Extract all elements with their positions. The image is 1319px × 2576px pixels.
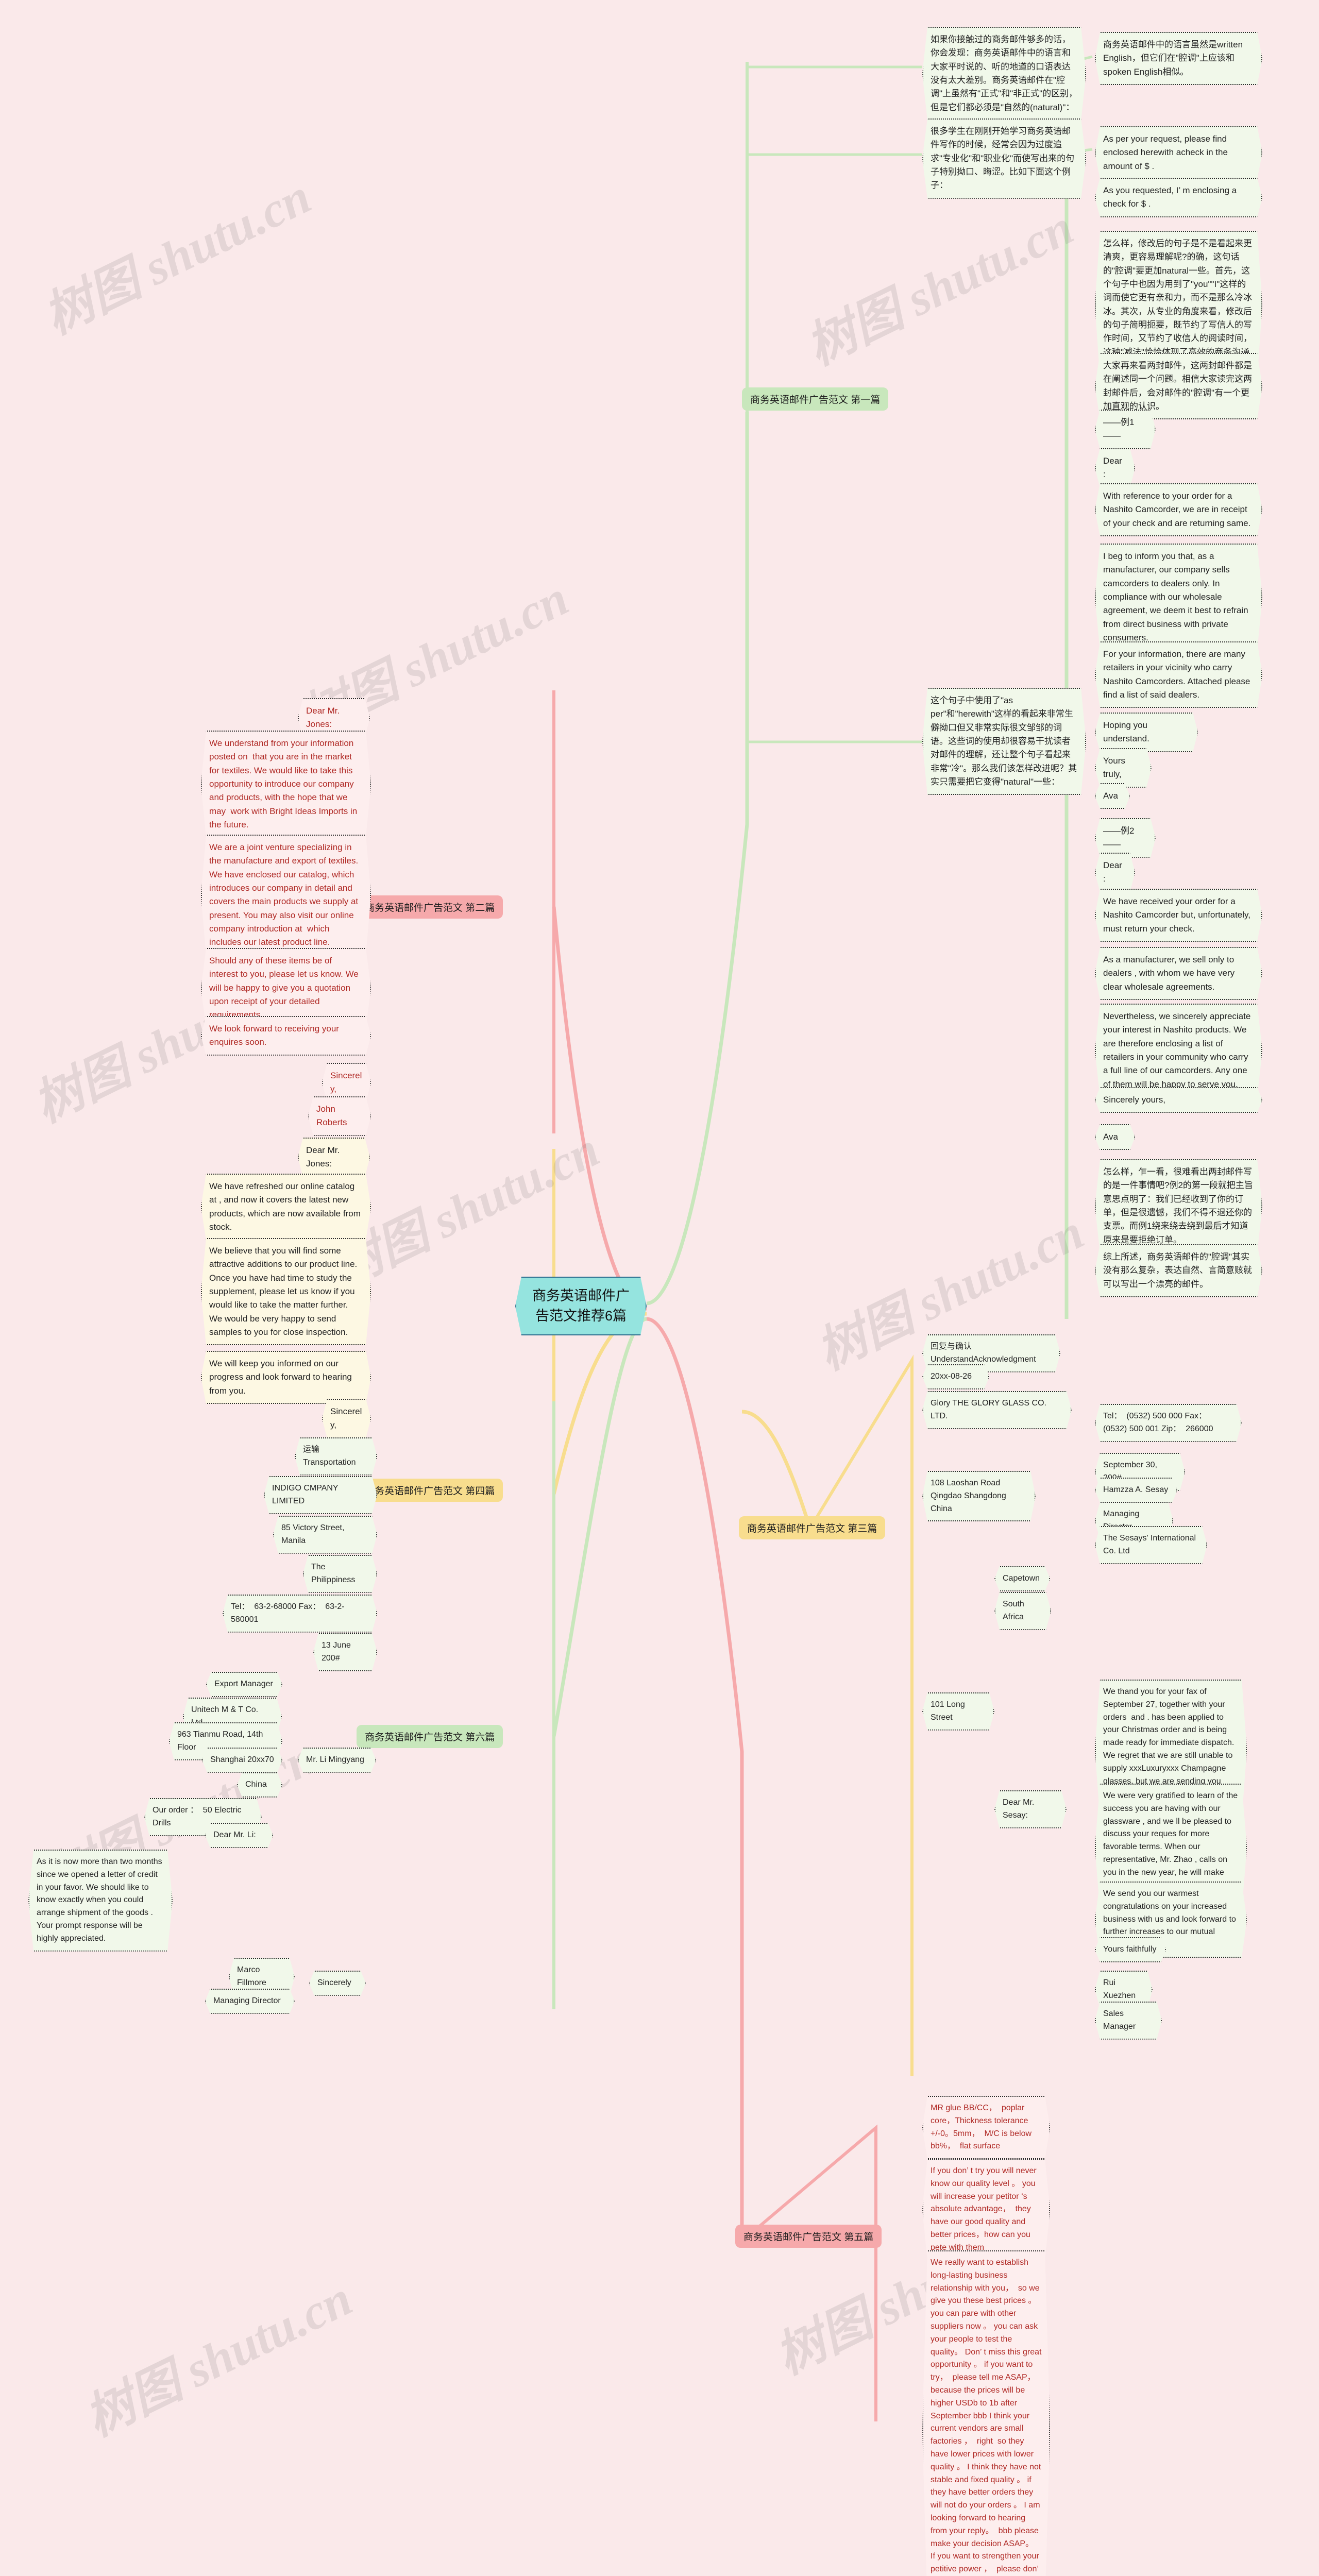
node-b1-r-1[interactable]: As per your request, please find enclose… — [1095, 126, 1262, 179]
node-b4-0[interactable]: Dear Mr. Jones: — [298, 1138, 370, 1177]
node-b2-1[interactable]: We understand from your information post… — [201, 731, 371, 838]
branch-label-1[interactable]: 商务英语邮件广告范文 第一篇 — [742, 387, 889, 411]
node-b1-r-7[interactable]: With reference to your order for a Nashi… — [1095, 483, 1262, 536]
node-b6-13[interactable]: Dear Mr. Li: — [205, 1823, 273, 1848]
node-b6-5[interactable]: 13 June 200# — [313, 1633, 377, 1671]
node-b3-3[interactable]: 108 Laoshan Road Qingdao Shangdong China — [922, 1471, 1036, 1521]
node-b3-8[interactable]: The Sesays' International Co. Ltd — [1095, 1526, 1207, 1564]
node-b1-r-9[interactable]: For your information, there are many ret… — [1095, 641, 1262, 708]
branch-label-5[interactable]: 商务英语邮件广告范文 第五篇 — [735, 2225, 882, 2248]
node-b3-1[interactable]: 20xx-08-26 — [922, 1364, 989, 1389]
node-b4-4[interactable]: Sincerely, — [322, 1399, 371, 1438]
node-b1-mid-2[interactable]: 这个句子中使用了"as per"和"herewith"这样的看起来非常生僻拗口但… — [922, 688, 1086, 795]
node-b1-r-21[interactable]: 综上所述，商务英语邮件的"腔调"其实没有那么复杂，表达自然、言简意赅就可以写出一… — [1095, 1244, 1262, 1297]
node-b2-4[interactable]: We look forward to receiving your enquir… — [201, 1016, 371, 1056]
node-b1-r-20[interactable]: 怎么样，乍一看，很难看出两封邮件写的是一件事情吧?例2的第一段就把主旨意思点明了… — [1095, 1159, 1262, 1253]
node-b1-r-10[interactable]: Hoping you understand. — [1095, 713, 1198, 752]
node-b4-3[interactable]: We will keep you informed on our progres… — [201, 1351, 371, 1404]
node-b6-9[interactable]: Shanghai 20xx70 — [202, 1748, 282, 1773]
node-b1-mid-1[interactable]: 很多学生在刚刚开始学习商务英语邮件写作的时候，经常会因为过度追求"专业化"和"职… — [922, 118, 1086, 199]
watermark: 树图 shutu.cn — [35, 168, 319, 345]
node-b3-11[interactable]: 101 Long Street — [922, 1692, 994, 1731]
node-b3-10[interactable]: South Africa — [994, 1592, 1051, 1630]
node-b1-r-2[interactable]: As you requested, I’ m enclosing a check… — [1095, 178, 1262, 217]
node-b6-1[interactable]: INDIGO CMPANY LIMITED — [264, 1476, 377, 1514]
node-b1-r-8[interactable]: I beg to inform you that, as a manufactu… — [1095, 544, 1262, 651]
watermark: 树图 shutu.cn — [798, 199, 1082, 376]
node-b3-6[interactable]: Hamzza A. Sesay — [1095, 1478, 1177, 1503]
node-b3-9[interactable]: Capetown — [994, 1566, 1050, 1591]
branch-label-6[interactable]: 商务英语邮件广告范文 第六篇 — [357, 1725, 503, 1748]
node-b1-r-11[interactable]: Yours truly, — [1095, 748, 1152, 788]
node-b1-mid-0[interactable]: 如果你接触过的商务邮件够多的话，你会发现：商务英语邮件中的语言和大家平时说的、听… — [922, 27, 1086, 121]
node-b6-11[interactable]: China — [237, 1772, 282, 1798]
node-b3-12[interactable]: Dear Mr. Sesay: — [994, 1790, 1067, 1828]
node-b6-0[interactable]: 运输Transportation — [295, 1437, 377, 1476]
node-b5-2[interactable]: We really want to establish long-lasting… — [922, 2250, 1050, 2576]
node-b1-r-0[interactable]: 商务英语邮件中的语言虽然是written English，但它们在"腔调"上应该… — [1095, 32, 1262, 85]
node-b2-2[interactable]: We are a joint venture specializing in t… — [201, 835, 371, 956]
branch-label-3[interactable]: 商务英语邮件广告范文 第三篇 — [739, 1516, 886, 1539]
node-b2-6[interactable]: John Roberts — [308, 1096, 371, 1136]
root-topic[interactable]: 商务英语邮件广告范文推荐6篇 — [515, 1277, 647, 1335]
node-b6-16[interactable]: Sincerely — [309, 1971, 366, 1996]
node-b6-10[interactable]: Mr. Li Mingyang — [298, 1748, 376, 1773]
node-b6-2[interactable]: 85 Victory Street, Manila — [273, 1516, 377, 1554]
node-b1-r-17[interactable]: Nevertheless, we sincerely appreciate yo… — [1095, 1004, 1262, 1097]
node-b6-4[interactable]: Tel： 63-2-68000 Fax： 63-2-580001 — [223, 1595, 377, 1633]
node-b3-2[interactable]: Glory THE GLORY GLASS CO. LTD. — [922, 1391, 1072, 1429]
node-b1-r-14[interactable]: Dear : — [1095, 853, 1135, 892]
node-b1-r-4[interactable]: 大家再来看两封邮件，这两封邮件都是在阐述同一个问题。相信大家读完这两封邮件后，会… — [1095, 353, 1262, 419]
node-b4-1[interactable]: We have refreshed our online catalog at … — [201, 1174, 371, 1240]
node-b5-0[interactable]: MR glue BB/CC， poplar core，Thickness tol… — [922, 2096, 1050, 2159]
node-b5-1[interactable]: If you don’ t try you will never know ou… — [922, 2159, 1050, 2261]
node-b1-r-13[interactable]: ——例2—— — [1095, 818, 1156, 858]
node-b1-r-6[interactable]: Dear : — [1095, 448, 1135, 488]
mindmap-canvas: 树图 shutu.cn 树图 shutu.cn 树图 shutu.cn 树图 s… — [0, 0, 1319, 2486]
node-b6-3[interactable]: The Philippiness — [303, 1555, 377, 1593]
node-b1-r-16[interactable]: As a manufacturer, we sell only to deale… — [1095, 947, 1262, 1000]
node-b4-2[interactable]: We believe that you will find some attra… — [201, 1238, 371, 1345]
node-b1-r-19[interactable]: Ava — [1095, 1124, 1135, 1150]
node-b6-6[interactable]: Export Manager — [206, 1672, 282, 1697]
branch-label-2[interactable]: 商务英语邮件广告范文 第二篇 — [357, 895, 503, 919]
node-b1-r-15[interactable]: We have received your order for a Nashit… — [1095, 889, 1262, 942]
branch-label-4[interactable]: 商务英语邮件广告范文 第四篇 — [357, 1479, 503, 1502]
node-b1-r-5[interactable]: ——例1—— — [1095, 410, 1156, 449]
node-b3-18[interactable]: Sales Manager — [1095, 2002, 1162, 2040]
node-b3-4[interactable]: Tel： (0532) 500 000 Fax： (0532) 500 001 … — [1095, 1404, 1242, 1442]
node-b1-r-18[interactable]: Sincerely yours, — [1095, 1087, 1262, 1113]
node-b1-r-12[interactable]: Ava — [1095, 783, 1130, 809]
node-b6-14[interactable]: As it is now more than two months since … — [28, 1850, 173, 1952]
node-b6-17[interactable]: Managing Director — [205, 1989, 295, 2014]
watermark: 树图 shutu.cn — [76, 2270, 361, 2447]
node-b3-16[interactable]: Yours faithfully — [1095, 1937, 1166, 1962]
